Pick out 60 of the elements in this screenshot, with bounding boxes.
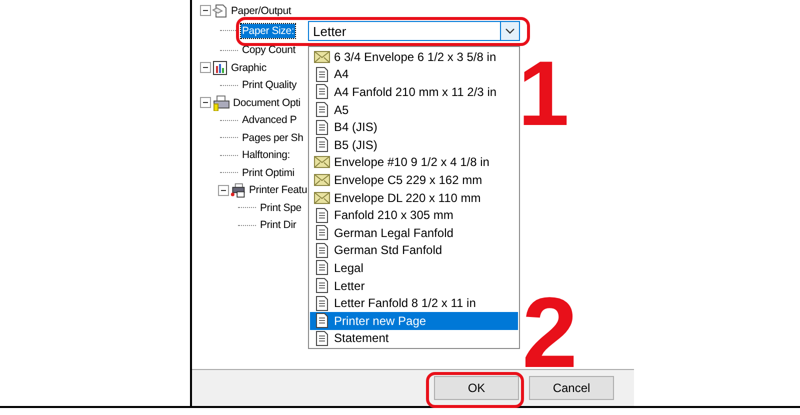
page-icon xyxy=(316,102,328,118)
dropdown-option[interactable]: Letter xyxy=(310,276,518,294)
page-icon xyxy=(316,296,328,311)
cancel-button[interactable]: Cancel xyxy=(529,376,614,400)
envelope-icon xyxy=(314,156,330,168)
page-icon xyxy=(316,313,328,328)
dropdown-option[interactable]: B5 (JIS) xyxy=(310,136,518,154)
dropdown-option[interactable]: Envelope DL 220 x 110 mm xyxy=(310,188,518,206)
page-icon xyxy=(316,84,328,100)
printer-document-icon xyxy=(212,94,230,111)
tree-item[interactable]: Pages per Sh xyxy=(241,130,304,145)
printer-icon xyxy=(230,182,246,198)
page-icon xyxy=(316,330,328,346)
tree-item[interactable]: Document Opti xyxy=(232,96,302,110)
collapse-icon[interactable] xyxy=(218,184,229,196)
envelope-icon xyxy=(314,174,330,186)
dropdown-option[interactable]: Envelope C5 229 x 162 mm xyxy=(310,171,518,189)
page-icon xyxy=(316,208,328,223)
collapse-icon[interactable] xyxy=(200,62,211,74)
dropdown-option[interactable]: B4 (JIS) xyxy=(310,118,518,136)
tree-item[interactable]: Print Quality xyxy=(241,78,298,92)
page-icon xyxy=(316,225,328,240)
dropdown-option[interactable]: German Legal Fanfold xyxy=(310,224,518,242)
page-icon xyxy=(316,242,328,258)
chevron-down-icon xyxy=(505,28,515,34)
envelope-icon xyxy=(314,50,330,63)
tree-item[interactable]: Halftoning: xyxy=(241,148,291,162)
dropdown-option[interactable]: 6 3/4 Envelope 6 1/2 x 3 5/8 in xyxy=(310,48,518,66)
tree-item[interactable]: Copy Count xyxy=(241,43,296,58)
page-icon xyxy=(316,137,328,152)
page-icon xyxy=(316,260,328,276)
dropdown-option[interactable]: A4 xyxy=(310,66,518,84)
dropdown-option[interactable]: Envelope #10 9 1/2 x 4 1/8 in xyxy=(310,154,518,172)
page-icon xyxy=(316,278,328,294)
collapse-icon[interactable] xyxy=(200,97,211,108)
tree-item[interactable]: Print Spe xyxy=(259,200,302,215)
tree-item[interactable]: Printer Featu xyxy=(248,183,308,198)
paper-size-dropdown[interactable]: Letter xyxy=(308,21,520,41)
tree-item[interactable]: Print Dir xyxy=(259,218,298,232)
tree-item[interactable]: Paper/Output xyxy=(230,4,292,18)
dropdown-option[interactable]: A5 xyxy=(310,100,518,118)
tree-item[interactable]: Paper Size: xyxy=(241,24,296,38)
dropdown-option[interactable]: Legal xyxy=(310,259,518,277)
tree-item[interactable]: Print Optimi xyxy=(241,166,296,180)
tree-item[interactable]: Advanced P xyxy=(241,113,298,128)
tree-item[interactable]: Graphic xyxy=(230,60,268,75)
dropdown-option[interactable]: A4 Fanfold 210 mm x 11 2/3 in xyxy=(310,83,518,101)
collapse-icon[interactable] xyxy=(200,5,211,16)
envelope-icon xyxy=(314,192,330,204)
paper-icon xyxy=(212,2,228,19)
dropdown-option[interactable]: Letter Fanfold 8 1/2 x 11 in xyxy=(310,294,518,312)
page-icon xyxy=(316,120,328,135)
dropdown-option[interactable]: Fanfold 210 x 305 mm xyxy=(310,206,518,224)
dropdown-option[interactable]: German Std Fanfold xyxy=(310,242,518,260)
dropdown-option[interactable]: Statement xyxy=(310,330,518,348)
dropdown-option[interactable]: Printer new Page xyxy=(310,312,518,330)
chart-icon xyxy=(212,60,228,76)
step-number: 1 xyxy=(518,48,570,140)
ok-button[interactable]: OK xyxy=(434,376,519,400)
page-icon xyxy=(316,66,328,82)
